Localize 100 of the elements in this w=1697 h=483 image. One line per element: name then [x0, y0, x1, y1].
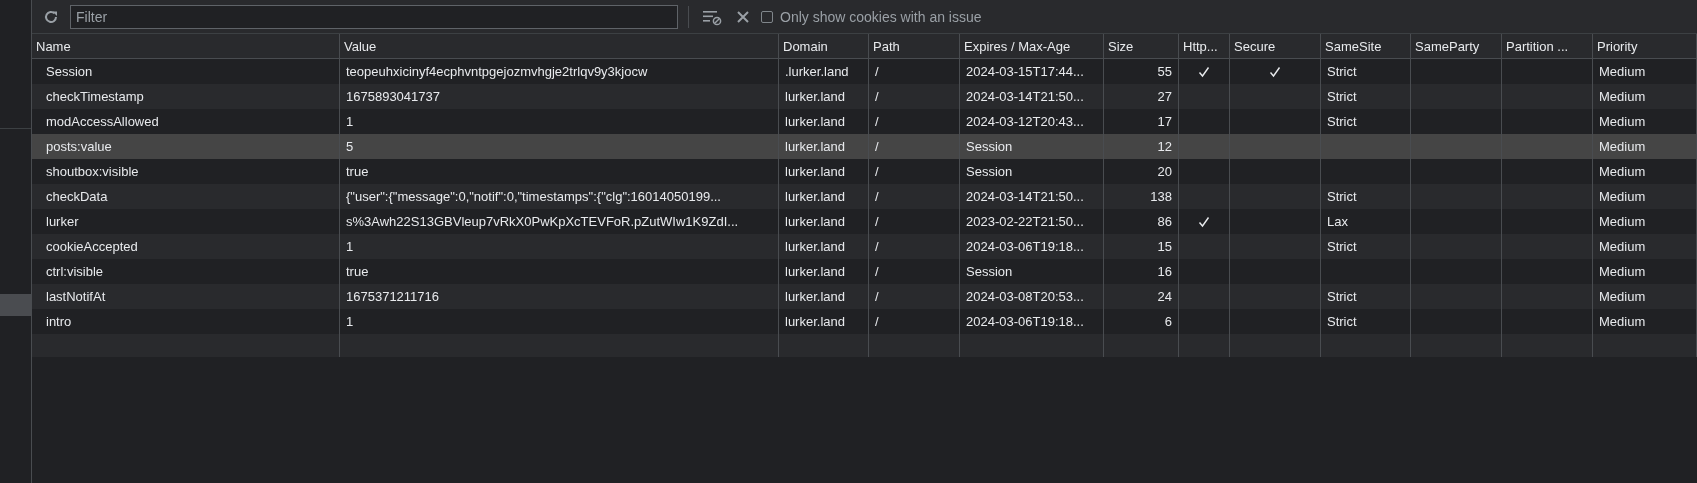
table-cell: 16: [1157, 264, 1172, 279]
table-cell: Session: [966, 264, 1013, 279]
checkbox[interactable]: [761, 10, 773, 23]
table-cell: intro: [46, 314, 72, 329]
table-cell: Session: [966, 164, 1013, 179]
column-header[interactable]: Size: [1104, 34, 1179, 58]
table-cell: /: [875, 64, 879, 79]
table-cell: modAccessAllowed: [46, 114, 159, 129]
table-row[interactable]: checkTimestamp 1675893041737 lurker.land / 2024-03-14T21:50... 27 Strict Medium: [32, 84, 1697, 109]
table-cell: Medium: [1599, 164, 1646, 179]
table-cell: Medium: [1599, 189, 1646, 204]
table-cell: Session: [46, 64, 93, 79]
table-row[interactable]: lastNotifAt 1675371211716 lurker.land / 2024-03-08T20:53... 24 Strict Medium: [32, 284, 1697, 309]
table-cell: 2023-02-22T21:50...: [966, 214, 1084, 229]
table-cell: 2024-03-14T21:50...: [966, 189, 1084, 204]
table-cell: lurker.land: [785, 89, 845, 104]
table-cell: shoutbox:visible: [46, 164, 139, 179]
table-cell: teopeuhxicinyf4ecphvntpgejozmvhgje2trlqv9y3kjocw: [346, 64, 648, 79]
table-cell: 1: [346, 239, 354, 254]
filter-field[interactable]: Filter: [70, 4, 678, 29]
table-cell: checkData: [46, 189, 108, 204]
column-header[interactable]: Http...: [1179, 34, 1230, 58]
table-cell: 2024-03-15T17:44...: [966, 64, 1084, 79]
column-header[interactable]: SameSite: [1321, 34, 1411, 58]
column-header[interactable]: Value: [340, 34, 779, 58]
table-cell: 138: [1150, 189, 1172, 204]
table-cell: /: [875, 264, 879, 279]
table-row[interactable]: cookieAccepted 1 lurker.land / 2024-03-06T19:18... 15 Strict Medium: [32, 234, 1697, 259]
table-cell: Medium: [1599, 289, 1646, 304]
table-cell: posts:value: [46, 139, 112, 154]
table-cell: 1: [346, 114, 354, 129]
table-cell: /: [875, 89, 879, 104]
table-cell: /: [875, 139, 879, 154]
table-cell: Medium: [1599, 239, 1646, 254]
table-cell: 5: [346, 139, 354, 154]
column-header[interactable]: Domain: [779, 34, 869, 58]
table-cell: lurker.land: [785, 264, 845, 279]
table-cell: Strict: [1327, 89, 1357, 104]
table-cell: 55: [1157, 64, 1172, 79]
table-cell: lurker.land: [785, 164, 845, 179]
table-cell: /: [875, 164, 879, 179]
table-cell: Medium: [1599, 264, 1646, 279]
table-cell: Session: [966, 139, 1013, 154]
table-cell: Medium: [1599, 89, 1646, 104]
table-cell: Strict: [1327, 189, 1357, 204]
table-cell: 2024-03-12T20:43...: [966, 114, 1084, 129]
table-cell: s%3Awh22S13GBVleup7vRkX0PwKpXcTEVFoR.pZutWIw1K9ZdI...: [346, 214, 739, 229]
table-cell: true: [346, 164, 369, 179]
table-cell: Strict: [1327, 314, 1357, 329]
table-cell: {"user":{"message":0,"notif":0,"timestamps":{"clg":16014050199...: [346, 189, 721, 204]
table-cell: Strict: [1327, 239, 1357, 254]
table-cell: Medium: [1599, 214, 1646, 229]
table-cell: 1: [346, 314, 354, 329]
table-cell: 1675371211716: [346, 289, 440, 304]
table-cell: lurker.land: [785, 189, 845, 204]
table-cell: cookieAccepted: [46, 239, 138, 254]
table-cell: 6: [1164, 314, 1172, 329]
table-cell: Strict: [1327, 289, 1357, 304]
table-cell: /: [875, 239, 879, 254]
table-cell: true: [346, 264, 369, 279]
table-cell: Medium: [1599, 64, 1646, 79]
table-cell: /: [875, 189, 879, 204]
table-cell: lastNotifAt: [46, 289, 106, 304]
table-cell: 15: [1157, 239, 1172, 254]
table-cell: lurker.land: [785, 239, 845, 254]
table-cell: /: [875, 289, 879, 304]
table-cell: 1675893041737: [346, 89, 440, 104]
table-cell: Medium: [1599, 314, 1646, 329]
table-row[interactable]: posts:value 5 lurker.land / Session 12 Medium: [32, 134, 1697, 159]
table-cell: /: [875, 314, 879, 329]
table-cell: 20: [1157, 164, 1172, 179]
column-header[interactable]: Secure: [1230, 34, 1321, 58]
column-header[interactable]: SameParty: [1411, 34, 1502, 58]
table-row[interactable]: checkData {"user":{"message":0,"notif":0,"timestamps":{"clg":16014050199... lurker.land / 2024-03-14T21:50... 138 Strict Medium: [32, 184, 1697, 209]
column-header[interactable]: Name: [32, 34, 340, 58]
column-header[interactable]: Priority: [1593, 34, 1697, 58]
table-cell: checkTimestamp: [46, 89, 144, 104]
table-cell: 17: [1157, 114, 1172, 129]
table-cell: lurker.land: [785, 114, 845, 129]
table-cell: ctrl:visible: [46, 264, 104, 279]
table-cell: 86: [1157, 214, 1172, 229]
table-cell: lurker.land: [785, 289, 845, 304]
table-cell: lurker.land: [785, 314, 845, 329]
table-cell: /: [875, 214, 879, 229]
table-cell: 2024-03-06T19:18...: [966, 314, 1084, 329]
table-cell: Strict: [1327, 64, 1357, 79]
table-cell: lurker.land: [785, 214, 845, 229]
table-cell: Medium: [1599, 139, 1646, 154]
table-cell: /: [875, 114, 879, 129]
table-cell: 2024-03-06T19:18...: [966, 239, 1084, 254]
table-cell: 2024-03-08T20:53...: [966, 289, 1084, 304]
column-header[interactable]: Partition ...: [1502, 34, 1593, 58]
column-header[interactable]: Path: [869, 34, 960, 58]
table-cell: lurker.land: [785, 139, 845, 154]
table-cell: lurker: [46, 214, 79, 229]
table-cell: Lax: [1327, 214, 1348, 229]
checkbox-label[interactable]: Only show cookies with an issue: [780, 8, 982, 25]
column-header[interactable]: Expires / Max-Age: [960, 34, 1104, 58]
table-cell: 27: [1157, 89, 1172, 104]
table-cell: 2024-03-14T21:50...: [966, 89, 1084, 104]
